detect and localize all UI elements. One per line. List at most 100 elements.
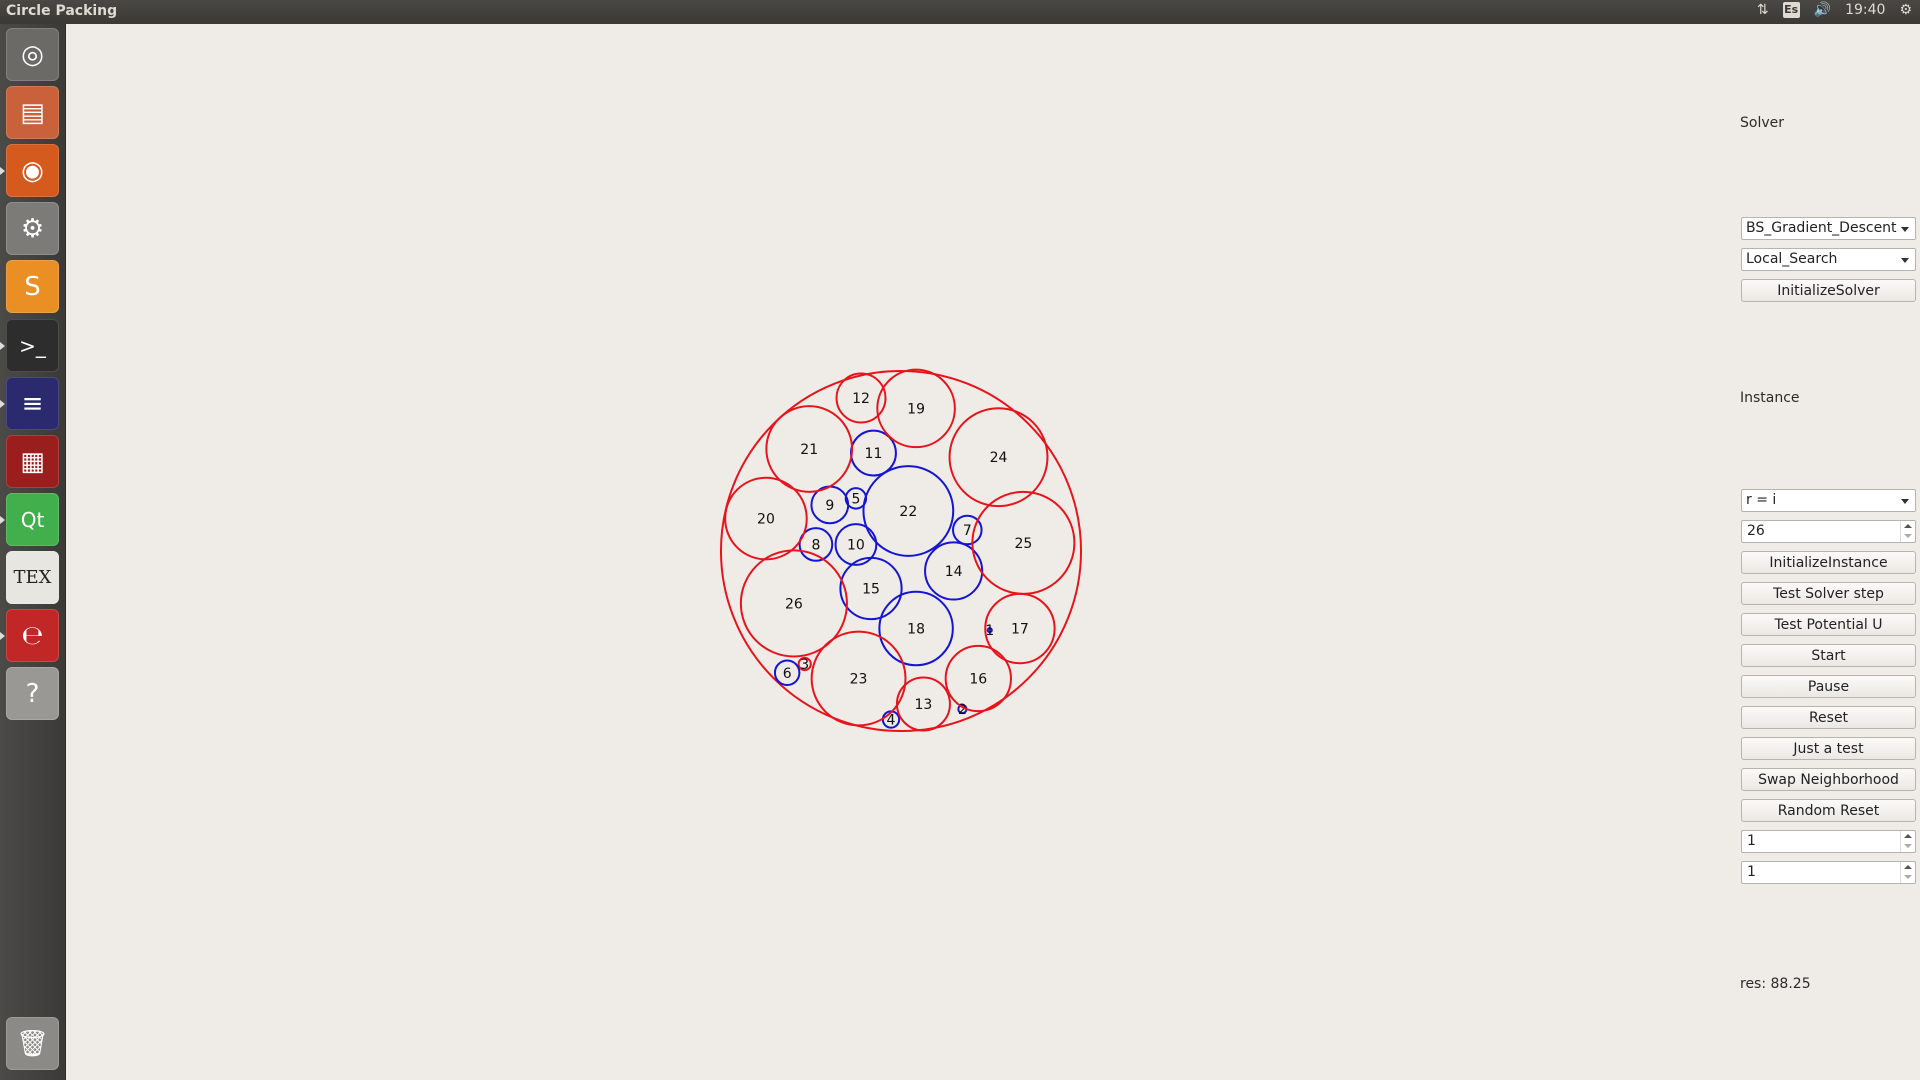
chevron-down-icon bbox=[1901, 258, 1909, 263]
just-a-test-button[interactable]: Just a test bbox=[1741, 737, 1916, 760]
circle-label-19: 19 bbox=[907, 401, 925, 417]
window-title: Circle Packing bbox=[6, 3, 118, 19]
chevron-up-icon bbox=[1904, 834, 1912, 838]
app-red-glyph: ▦ bbox=[20, 446, 45, 477]
running-indicator bbox=[0, 400, 5, 408]
texmaker-glyph: TEX bbox=[13, 567, 52, 588]
chevron-up-icon bbox=[1904, 865, 1912, 869]
running-indicator bbox=[0, 516, 5, 524]
launcher-firefox-icon[interactable]: ◉ bbox=[6, 144, 59, 197]
circle-label-10: 10 bbox=[847, 537, 865, 553]
test-potential-button[interactable]: Test Potential U bbox=[1741, 613, 1916, 636]
launcher-help-icon[interactable]: ? bbox=[6, 667, 59, 720]
circle-label-11: 11 bbox=[865, 446, 883, 462]
circle-label-13: 13 bbox=[915, 697, 933, 713]
launcher-terminal-icon[interactable]: >_ bbox=[6, 319, 59, 372]
circle-label-17: 17 bbox=[1011, 622, 1029, 638]
sublime-text-glyph: S bbox=[24, 271, 41, 302]
launcher-app-red-icon[interactable]: ▦ bbox=[6, 435, 59, 488]
top-panel: Circle Packing ⇅ Es 🔊 19:40 ⚙ bbox=[0, 0, 1920, 24]
circle-label-23: 23 bbox=[850, 672, 868, 688]
circle-label-18: 18 bbox=[907, 622, 925, 638]
running-indicator bbox=[0, 167, 5, 175]
eclipse-glyph: ≡ bbox=[21, 388, 44, 419]
reset-button[interactable]: Reset bbox=[1741, 706, 1916, 729]
result-text: res: 88.25 bbox=[1740, 976, 1811, 992]
circle-label-7: 7 bbox=[963, 523, 972, 539]
document-viewer-glyph: ℮ bbox=[21, 620, 44, 651]
launcher-trash-icon[interactable]: 🗑 bbox=[6, 1017, 59, 1070]
volume-icon[interactable]: 🔊 bbox=[1814, 2, 1831, 18]
circle-label-12: 12 bbox=[852, 391, 870, 407]
circle-label-6: 6 bbox=[783, 666, 792, 682]
launcher-qt-creator-icon[interactable]: Qt bbox=[6, 493, 59, 546]
instance-count-stepper[interactable]: 26 bbox=[1741, 520, 1916, 543]
clock[interactable]: 19:40 bbox=[1845, 2, 1885, 18]
chevron-down-icon bbox=[1901, 227, 1909, 232]
swap-neighborhood-button[interactable]: Swap Neighborhood bbox=[1741, 768, 1916, 791]
circle-label-22: 22 bbox=[899, 504, 917, 520]
circle-label-14: 14 bbox=[945, 564, 963, 580]
chevron-down-icon bbox=[1901, 499, 1909, 504]
param2-stepper[interactable]: 1 bbox=[1741, 861, 1916, 884]
chevron-down-icon bbox=[1904, 875, 1912, 879]
start-button[interactable]: Start bbox=[1741, 644, 1916, 667]
circle-label-9: 9 bbox=[825, 498, 834, 514]
param2-value: 1 bbox=[1747, 864, 1756, 880]
firefox-glyph: ◉ bbox=[21, 155, 44, 186]
circle-label-20: 20 bbox=[757, 512, 775, 528]
files-glyph: ▤ bbox=[20, 97, 45, 128]
solver-select[interactable]: BS_Gradient_Descent bbox=[1741, 217, 1916, 240]
help-glyph: ? bbox=[25, 678, 40, 709]
control-panel: Solver BS_Gradient_Descent Local_Search … bbox=[1716, 24, 1920, 1080]
chevron-down-icon bbox=[1904, 844, 1912, 848]
system-settings-glyph: ⚙ bbox=[20, 213, 45, 244]
qt-creator-glyph: Qt bbox=[20, 507, 45, 532]
chevron-up-icon bbox=[1904, 524, 1912, 528]
param1-value: 1 bbox=[1747, 833, 1756, 849]
packing-drawing: 1234567891011121314151617181920212223242… bbox=[719, 368, 1083, 733]
circle-label-21: 21 bbox=[800, 442, 818, 458]
launcher-eclipse-icon[interactable]: ≡ bbox=[6, 377, 59, 430]
launcher-system-settings-icon[interactable]: ⚙ bbox=[6, 202, 59, 255]
instance-select[interactable]: r = i bbox=[1741, 489, 1916, 512]
packing-canvas[interactable]: 1 2 3 4 5 6 7 8 9 10 11 12 13 14 15 16 17 18 19 20 21 22 23 24 2… bbox=[66, 24, 1716, 1080]
chevron-down-icon bbox=[1904, 534, 1912, 538]
solver-select-value: BS_Gradient_Descent bbox=[1746, 220, 1897, 236]
instance-count-value: 26 bbox=[1747, 523, 1765, 539]
running-indicator bbox=[0, 342, 5, 350]
circle-label-26: 26 bbox=[785, 596, 803, 612]
circle-label-24: 24 bbox=[990, 450, 1008, 466]
terminal-glyph: >_ bbox=[19, 333, 46, 358]
stepper-arrows[interactable] bbox=[1900, 862, 1915, 883]
circle-label-25: 25 bbox=[1014, 536, 1032, 552]
circle-label-8: 8 bbox=[811, 537, 820, 553]
ubuntu-dash-glyph: ◎ bbox=[21, 39, 44, 70]
solver-label: Solver bbox=[1740, 115, 1784, 131]
stepper-arrows[interactable] bbox=[1900, 521, 1915, 542]
launcher: ◎ ▤ ◉ ⚙ S >_ ≡ ▦ Qt TEX ℮? 🗑 bbox=[0, 24, 66, 1080]
circle-label-3: 3 bbox=[800, 657, 809, 673]
keyboard-layout-icon[interactable]: Es bbox=[1782, 2, 1800, 18]
launcher-sublime-text-icon[interactable]: S bbox=[6, 260, 59, 313]
instance-label: Instance bbox=[1740, 390, 1800, 406]
launcher-texmaker-icon[interactable]: TEX bbox=[6, 551, 59, 604]
launcher-ubuntu-dash-icon[interactable]: ◎ bbox=[6, 28, 59, 81]
random-reset-button[interactable]: Random Reset bbox=[1741, 799, 1916, 822]
system-tray: ⇅ Es 🔊 19:40 ⚙ bbox=[1757, 2, 1912, 18]
initialize-instance-button[interactable]: InitializeInstance bbox=[1741, 551, 1916, 574]
param1-stepper[interactable]: 1 bbox=[1741, 830, 1916, 853]
launcher-document-viewer-icon[interactable]: ℮ bbox=[6, 609, 59, 662]
circle-label-5: 5 bbox=[851, 491, 860, 507]
search-method-select[interactable]: Local_Search bbox=[1741, 248, 1916, 271]
stepper-arrows[interactable] bbox=[1900, 831, 1915, 852]
pause-button[interactable]: Pause bbox=[1741, 675, 1916, 698]
network-updown-icon[interactable]: ⇅ bbox=[1757, 2, 1769, 18]
gear-icon[interactable]: ⚙ bbox=[1899, 2, 1912, 18]
test-solver-step-button[interactable]: Test Solver step bbox=[1741, 582, 1916, 605]
circle-label-15: 15 bbox=[862, 582, 880, 598]
launcher-files-icon[interactable]: ▤ bbox=[6, 86, 59, 139]
circle-label-16: 16 bbox=[969, 672, 987, 688]
instance-select-value: r = i bbox=[1746, 492, 1777, 508]
initialize-solver-button[interactable]: InitializeSolver bbox=[1741, 279, 1916, 302]
